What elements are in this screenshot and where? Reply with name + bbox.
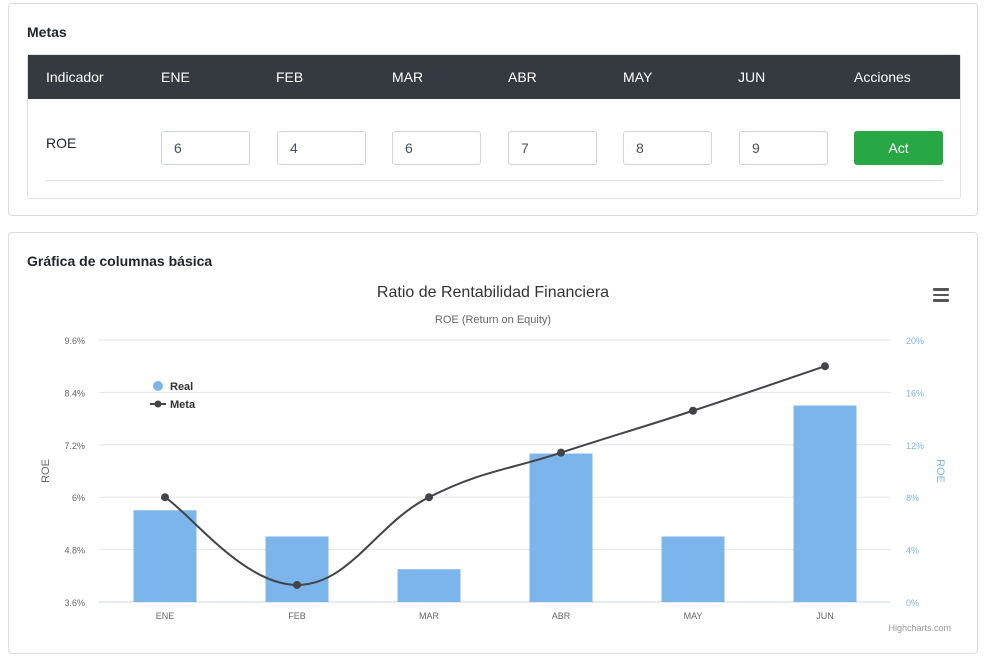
y-tick-left: 8.4%	[64, 388, 85, 398]
goal-input-feb[interactable]	[277, 131, 366, 165]
x-tick-label: ABR	[552, 611, 571, 621]
chart-subtitle: ROE (Return on Equity)	[435, 314, 551, 326]
y-tick-right: 12%	[906, 441, 924, 451]
y-tick-right: 8%	[906, 493, 919, 503]
y-tick-right: 4%	[906, 546, 919, 556]
goals-table-header: Indicador ENE FEB MAR ABR MAY JUN Accion…	[28, 55, 960, 99]
bar-real-abr	[529, 453, 593, 602]
point-meta-abr	[557, 448, 565, 457]
y-tick-right: 0%	[906, 598, 919, 608]
legend-real-label[interactable]: Real	[170, 381, 193, 393]
legend-meta-label[interactable]: Meta	[170, 399, 196, 411]
act-button[interactable]: Act	[854, 131, 943, 165]
header-abr: ABR	[508, 69, 537, 85]
y-tick-left: 3.6%	[64, 598, 85, 608]
point-meta-mar	[425, 493, 433, 502]
x-tick-label: ENE	[156, 611, 175, 621]
line-meta	[164, 365, 826, 586]
bar-real-ene	[133, 510, 197, 602]
point-meta-feb	[293, 580, 301, 589]
legend-real-marker	[153, 381, 163, 391]
x-tick-label: FEB	[288, 611, 306, 621]
bar-real-jun	[793, 405, 857, 602]
goal-input-may[interactable]	[623, 131, 712, 165]
header-mar: MAR	[392, 69, 424, 85]
goal-input-ene[interactable]	[161, 131, 250, 165]
point-meta-jun	[821, 362, 829, 371]
header-feb: FEB	[276, 69, 304, 85]
goals-table: Indicador ENE FEB MAR ABR MAY JUN Accion…	[27, 54, 961, 199]
bar-real-mar	[397, 569, 461, 602]
chart-card: Gráfica de columnas básica Ratio de Rent…	[8, 232, 978, 654]
bar-real-may	[661, 536, 725, 602]
x-tick-label: MAY	[684, 611, 703, 621]
roe-chart: Ratio de Rentabilidad Financiera ROE (Re…	[40, 284, 951, 633]
header-indicador: Indicador	[46, 69, 104, 85]
goal-input-jun[interactable]	[739, 131, 828, 165]
point-meta-may	[689, 406, 697, 415]
goal-input-abr[interactable]	[508, 131, 597, 165]
y-tick-left: 9.6%	[64, 336, 85, 346]
point-meta-ene	[161, 493, 169, 502]
y-axis-title-right: ROE	[934, 459, 946, 483]
y-tick-left: 7.2%	[64, 441, 85, 451]
row-divider	[46, 180, 943, 181]
y-tick-right: 20%	[906, 336, 924, 346]
legend: Real Meta	[150, 381, 196, 411]
goal-input-mar[interactable]	[392, 131, 481, 165]
x-tick-label: MAR	[419, 611, 440, 621]
x-tick-label: JUN	[816, 611, 834, 621]
chart-title: Ratio de Rentabilidad Financiera	[377, 284, 609, 301]
credits-link[interactable]: Highcharts.com	[888, 623, 951, 633]
row-label-roe: ROE	[46, 135, 77, 151]
legend-meta-marker	[154, 400, 162, 408]
y-tick-right: 16%	[906, 388, 924, 398]
header-may: MAY	[623, 69, 653, 85]
y-tick-left: 6%	[72, 493, 85, 503]
goals-card: Metas Indicador ENE FEB MAR ABR MAY JUN …	[8, 3, 978, 216]
header-acciones: Acciones	[854, 69, 911, 85]
y-tick-left: 4.8%	[64, 546, 85, 556]
y-axis-title-left: ROE	[40, 459, 52, 483]
header-jun: JUN	[738, 69, 766, 85]
header-ene: ENE	[161, 69, 190, 85]
goals-card-title: Metas	[27, 24, 67, 40]
bar-real-feb	[265, 536, 329, 602]
